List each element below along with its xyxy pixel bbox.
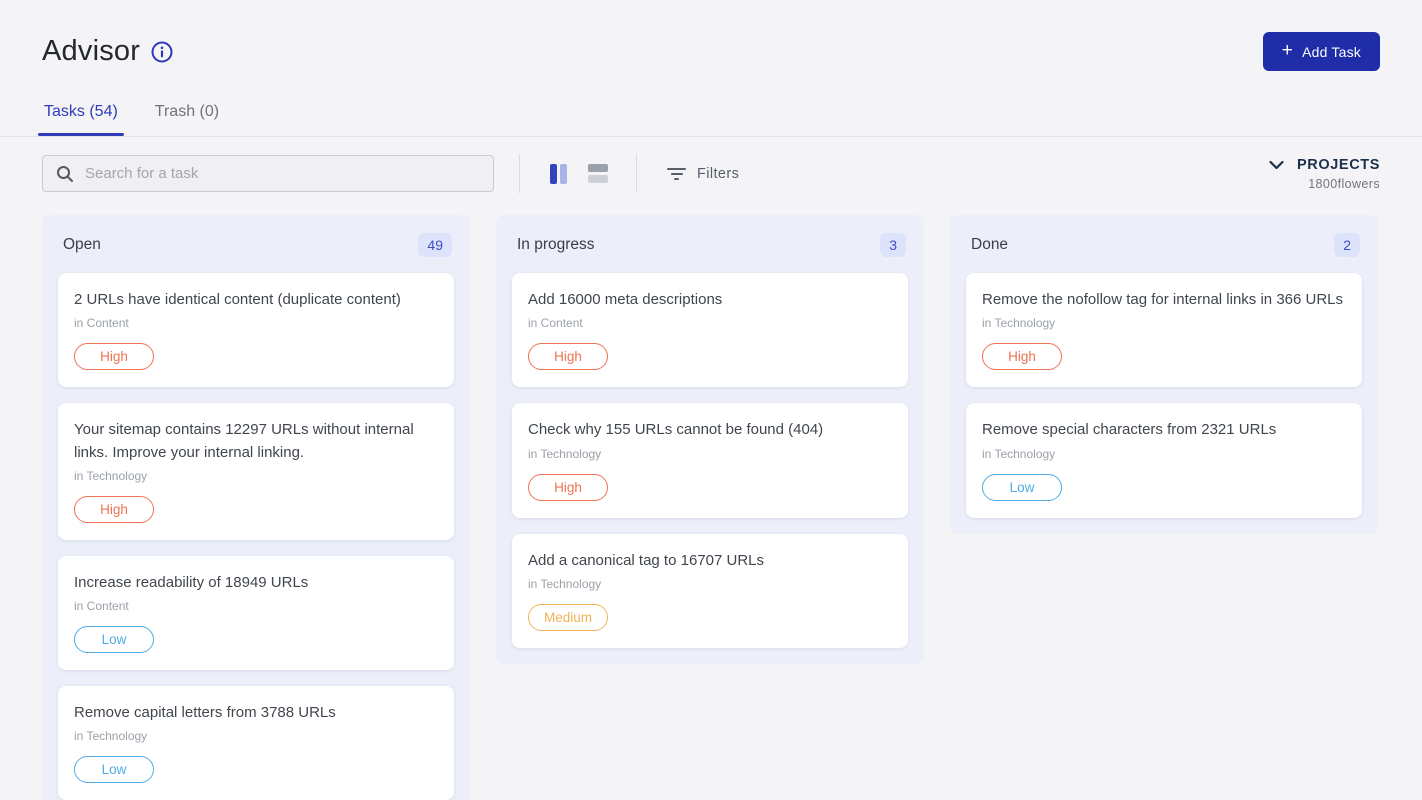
priority-badge: High bbox=[74, 496, 154, 523]
column-header: Open 49 bbox=[58, 231, 454, 257]
kanban-board: Open 49 2 URLs have identical content (d… bbox=[0, 215, 1422, 800]
task-title: Remove special characters from 2321 URLs bbox=[982, 419, 1346, 441]
task-title: 2 URLs have identical content (duplicate… bbox=[74, 289, 438, 311]
task-category: in Content bbox=[74, 599, 438, 613]
projects-label: PROJECTS bbox=[1297, 157, 1380, 173]
tab-bar: Tasks (54) Trash (0) bbox=[42, 103, 1380, 136]
priority-badge: High bbox=[528, 343, 608, 370]
column-count-badge: 3 bbox=[880, 233, 906, 257]
priority-badge: Low bbox=[74, 756, 154, 783]
info-icon[interactable] bbox=[151, 41, 173, 63]
task-title: Add a canonical tag to 16707 URLs bbox=[528, 550, 892, 572]
column-open: Open 49 2 URLs have identical content (d… bbox=[42, 215, 470, 800]
task-card[interactable]: Remove the nofollow tag for internal lin… bbox=[966, 273, 1362, 387]
task-card[interactable]: Your sitemap contains 12297 URLs without… bbox=[58, 403, 454, 539]
add-task-label: Add Task bbox=[1302, 44, 1361, 60]
task-card[interactable]: 2 URLs have identical content (duplicate… bbox=[58, 273, 454, 387]
add-task-button[interactable]: + Add Task bbox=[1263, 32, 1380, 71]
column-title: Open bbox=[63, 236, 101, 254]
selected-project-name: 1800flowers bbox=[1269, 177, 1380, 191]
task-card[interactable]: Check why 155 URLs cannot be found (404)… bbox=[512, 403, 908, 517]
column-header: Done 2 bbox=[966, 231, 1362, 257]
priority-badge: High bbox=[528, 474, 608, 501]
column-title: In progress bbox=[517, 236, 595, 254]
column-done: Done 2 Remove the nofollow tag for inter… bbox=[950, 215, 1378, 534]
task-category: in Content bbox=[528, 316, 892, 330]
tab-trash[interactable]: Trash (0) bbox=[153, 103, 221, 136]
chevron-down-icon bbox=[1269, 160, 1284, 170]
task-category: in Technology bbox=[74, 729, 438, 743]
task-title: Increase readability of 18949 URLs bbox=[74, 572, 438, 594]
search-icon bbox=[56, 165, 74, 183]
toolbar: Filters PROJECTS 1800flowers bbox=[0, 154, 1422, 193]
projects-dropdown[interactable]: PROJECTS bbox=[1269, 157, 1380, 173]
task-category: in Technology bbox=[74, 469, 438, 483]
priority-badge: High bbox=[982, 343, 1062, 370]
kanban-view-icon bbox=[550, 164, 557, 184]
column-in-progress: In progress 3 Add 16000 meta description… bbox=[496, 215, 924, 664]
task-card[interactable]: Add 16000 meta descriptions in Content H… bbox=[512, 273, 908, 387]
task-category: in Technology bbox=[982, 447, 1346, 461]
task-card[interactable]: Increase readability of 18949 URLs in Co… bbox=[58, 556, 454, 670]
plus-icon: + bbox=[1282, 41, 1293, 60]
task-title: Check why 155 URLs cannot be found (404) bbox=[528, 419, 892, 441]
priority-badge: High bbox=[74, 343, 154, 370]
filters-label: Filters bbox=[697, 166, 739, 182]
task-title: Your sitemap contains 12297 URLs without… bbox=[74, 419, 438, 463]
column-header: In progress 3 bbox=[512, 231, 908, 257]
task-title: Remove capital letters from 3788 URLs bbox=[74, 702, 438, 724]
task-title: Remove the nofollow tag for internal lin… bbox=[982, 289, 1346, 311]
task-title: Add 16000 meta descriptions bbox=[528, 289, 892, 311]
column-title: Done bbox=[971, 236, 1008, 254]
task-category: in Technology bbox=[528, 577, 892, 591]
toolbar-divider bbox=[636, 154, 637, 193]
column-count-badge: 2 bbox=[1334, 233, 1360, 257]
task-card[interactable]: Add a canonical tag to 16707 URLs in Tec… bbox=[512, 534, 908, 648]
task-category: in Technology bbox=[528, 447, 892, 461]
list-view-button[interactable] bbox=[584, 160, 612, 187]
priority-badge: Low bbox=[982, 474, 1062, 501]
list-view-icon bbox=[588, 164, 608, 172]
column-count-badge: 49 bbox=[418, 233, 452, 257]
page-title: Advisor bbox=[42, 35, 140, 68]
task-card[interactable]: Remove special characters from 2321 URLs… bbox=[966, 403, 1362, 517]
search-box bbox=[42, 155, 494, 192]
page-header: Advisor + Add Task Tasks (54) Trash (0) bbox=[0, 0, 1422, 136]
tab-tasks[interactable]: Tasks (54) bbox=[42, 103, 120, 136]
task-category: in Technology bbox=[982, 316, 1346, 330]
kanban-view-button[interactable] bbox=[546, 160, 571, 188]
filter-icon bbox=[667, 168, 686, 180]
task-card[interactable]: Remove capital letters from 3788 URLs in… bbox=[58, 686, 454, 800]
header-divider bbox=[0, 136, 1422, 137]
search-input[interactable] bbox=[85, 165, 480, 182]
priority-badge: Medium bbox=[528, 604, 608, 631]
task-category: in Content bbox=[74, 316, 438, 330]
projects-block: PROJECTS 1800flowers bbox=[1269, 157, 1380, 191]
toolbar-divider bbox=[519, 154, 520, 193]
filters-button[interactable]: Filters bbox=[667, 166, 739, 182]
priority-badge: Low bbox=[74, 626, 154, 653]
